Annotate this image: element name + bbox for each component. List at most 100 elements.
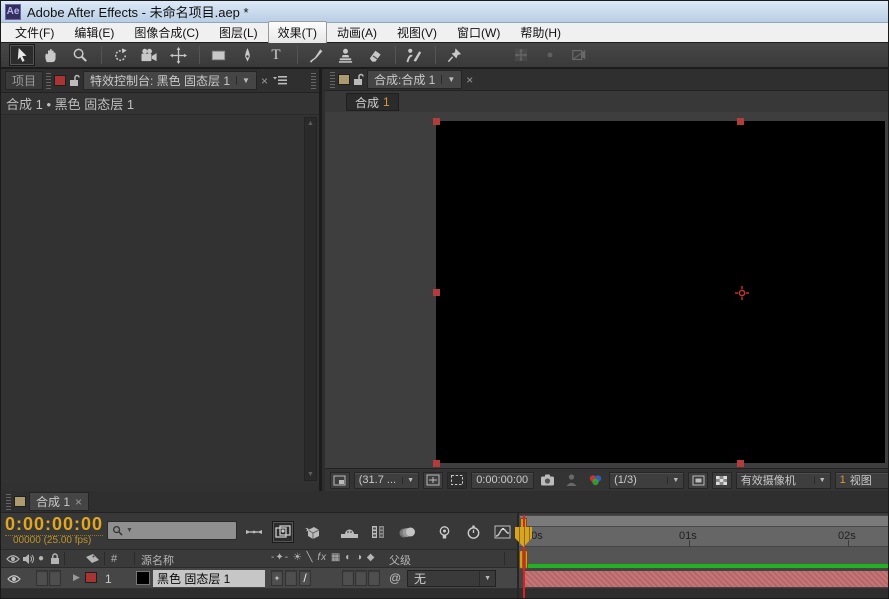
view-layout-dropdown[interactable]: 1 视图 [835, 472, 889, 489]
menu-edit[interactable]: 编辑(E) [64, 21, 124, 44]
comp-viewer-button[interactable]: 合成 1 [346, 93, 399, 111]
mini-flowchart-icon[interactable] [243, 521, 265, 543]
close-tab-icon[interactable]: × [75, 495, 82, 509]
unified-camera-tool-icon[interactable] [136, 44, 162, 66]
layer-handle-left-center[interactable] [433, 289, 440, 296]
frame-blending-icon[interactable] [367, 521, 389, 543]
panel-grip[interactable] [330, 72, 335, 88]
column-source-name[interactable]: 源名称 [141, 552, 174, 568]
rotation-tool-icon[interactable] [107, 44, 133, 66]
brush-tool-icon[interactable] [303, 44, 329, 66]
panel-menu-icon[interactable] [272, 75, 288, 86]
active-camera-dropdown[interactable]: 有效摄像机 ▼ [736, 472, 831, 489]
world-axis-mode-icon[interactable]: ● [537, 44, 563, 66]
safe-margins-icon[interactable] [423, 472, 443, 489]
menu-layer[interactable]: 图层(L) [209, 21, 268, 44]
menu-help[interactable]: 帮助(H) [510, 21, 571, 44]
layer-3d-toggle[interactable] [368, 570, 380, 586]
menu-window[interactable]: 窗口(W) [447, 21, 510, 44]
viewer-timecode[interactable]: 0:00:00:00 [471, 472, 534, 489]
unlock-icon[interactable] [353, 73, 364, 86]
parent-dropdown[interactable]: 无 ▼ [407, 570, 496, 587]
hand-tool-icon[interactable] [38, 44, 64, 66]
anchor-point-icon[interactable] [735, 286, 749, 300]
local-axis-mode-icon[interactable] [508, 44, 534, 66]
layer-handle-bottom-center[interactable] [737, 460, 744, 467]
selection-tool-icon[interactable] [9, 44, 35, 66]
layer-shy-toggle[interactable]: ✦ [271, 570, 283, 586]
graph-editor-icon[interactable] [491, 521, 513, 543]
layer-row[interactable]: ▶ 1 黑色 固态层 1 ✦ / @ 无 ▼ [1, 568, 517, 589]
current-time-display[interactable]: 0:00:00:00 [5, 514, 103, 536]
parent-pickwhip-icon[interactable]: @ [389, 571, 401, 585]
draft-3d-icon[interactable] [301, 521, 323, 543]
type-tool-icon[interactable]: T [263, 44, 289, 66]
column-parent[interactable]: 父级 [389, 552, 411, 568]
rectangle-tool-icon[interactable] [205, 44, 231, 66]
show-channels-icon[interactable] [585, 472, 605, 489]
eraser-tool-icon[interactable] [361, 44, 387, 66]
vertical-scrollbar[interactable]: ▲ ▼ [304, 117, 317, 481]
panel-grip[interactable] [311, 73, 316, 89]
auto-keyframe-icon[interactable] [462, 521, 484, 543]
time-ruler[interactable]: :00s 01s 02s [519, 527, 889, 547]
menu-animation[interactable]: 动画(A) [327, 21, 387, 44]
live-update-icon[interactable] [272, 521, 294, 543]
layer-handle-top-center[interactable] [737, 118, 744, 125]
menu-composition[interactable]: 图像合成(C) [124, 21, 209, 44]
tab-dropdown-icon[interactable]: ▼ [236, 76, 250, 85]
composition-viewport[interactable] [325, 112, 889, 468]
menu-effect[interactable]: 效果(T) [268, 21, 327, 44]
checkerboard-icon[interactable] [712, 472, 732, 489]
view-axis-mode-icon[interactable] [566, 44, 592, 66]
tab-dropdown-icon[interactable]: ▼ [441, 75, 455, 84]
layer-handle-bottom-left[interactable] [433, 460, 440, 467]
composition-canvas[interactable] [436, 121, 885, 463]
layer-audio-toggle[interactable] [36, 570, 48, 586]
pen-tool-icon[interactable] [234, 44, 260, 66]
layer-eye-icon[interactable] [7, 574, 21, 584]
close-panel-icon[interactable]: × [466, 73, 473, 87]
hide-shy-layers-icon[interactable] [338, 521, 360, 543]
scroll-down-icon[interactable]: ▼ [307, 469, 314, 480]
scroll-up-icon[interactable]: ▲ [307, 118, 314, 129]
layer-expand-icon[interactable]: ▶ [73, 572, 80, 583]
search-field[interactable]: ▼ [107, 521, 237, 540]
puppet-pin-tool-icon[interactable] [441, 44, 467, 66]
column-number[interactable]: # [111, 553, 117, 565]
layer-motionblur-toggle[interactable] [342, 570, 354, 586]
layer-collapse-toggle[interactable] [285, 570, 297, 586]
transparency-grid-icon[interactable] [688, 472, 708, 489]
search-options-icon[interactable]: ▼ [126, 527, 133, 534]
resolution-dropdown[interactable]: (1/3) ▼ [609, 472, 684, 489]
panel-grip[interactable] [6, 494, 11, 510]
tab-timeline-comp[interactable]: 合成 1 × [29, 492, 89, 511]
tab-effect-controls[interactable]: 特效控制台: 黑色 固态层 1 ▼ [83, 71, 257, 90]
layer-label-chip[interactable] [85, 572, 97, 583]
layer-solo-toggle[interactable] [49, 570, 61, 586]
motion-blur-icon[interactable] [396, 521, 418, 543]
work-area-bar[interactable] [519, 515, 889, 527]
close-panel-icon[interactable]: × [261, 74, 268, 88]
magnification-dropdown[interactable]: (31.7 ... ▼ [354, 472, 419, 489]
tab-composition[interactable]: 合成:合成 1 ▼ [367, 70, 462, 89]
tab-project[interactable]: 项目 [5, 71, 43, 90]
layer-quality-toggle[interactable]: / [299, 570, 311, 586]
layer-adjustment-toggle[interactable] [355, 570, 367, 586]
show-snapshot-icon[interactable] [562, 472, 582, 489]
region-of-interest-icon[interactable] [447, 472, 467, 489]
roto-brush-tool-icon[interactable] [401, 44, 427, 66]
layer-name[interactable]: 黑色 固态层 1 [153, 570, 265, 587]
zoom-tool-icon[interactable] [67, 44, 93, 66]
pan-behind-tool-icon[interactable] [165, 44, 191, 66]
always-preview-icon[interactable] [330, 472, 350, 489]
menu-file[interactable]: 文件(F) [5, 21, 64, 44]
unlock-icon[interactable] [69, 74, 80, 87]
menu-view[interactable]: 视图(V) [387, 21, 447, 44]
brainstorm-icon[interactable] [433, 521, 455, 543]
panel-grip[interactable] [46, 73, 51, 89]
layer-track-row[interactable] [519, 568, 889, 589]
layer-handle-top-left[interactable] [433, 118, 440, 125]
snapshot-icon[interactable] [538, 472, 558, 489]
layer-duration-bar[interactable] [524, 571, 889, 587]
